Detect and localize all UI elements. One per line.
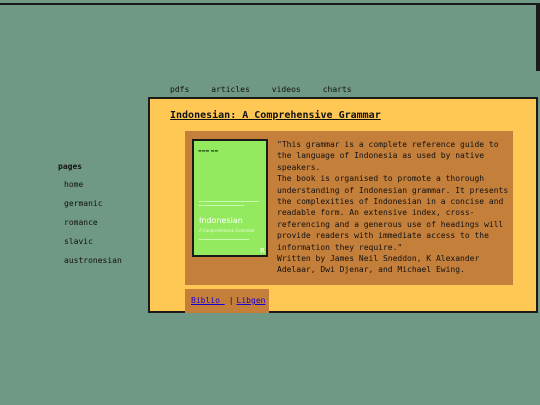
book-description-block: "This grammar is a complete reference gu… [191, 139, 509, 276]
tab-pdfs[interactable]: pdfs [170, 85, 189, 94]
sidebar-item-home[interactable]: home [64, 180, 122, 199]
link-separator: | [228, 296, 234, 305]
top-nav: pdfs articles videos charts [170, 85, 374, 94]
biblio-link[interactable]: Biblio [191, 296, 225, 305]
sidebar-item-slavic[interactable]: slavic [64, 237, 122, 256]
sidebar: pages home germanic romance slavic austr… [58, 162, 122, 275]
cover-float-spacer [191, 139, 277, 265]
sidebar-heading: pages [58, 162, 83, 171]
book-title-link[interactable]: Indonesian: A Comprehensive Grammar [170, 110, 381, 121]
tab-articles[interactable]: articles [211, 85, 250, 94]
sidebar-item-germanic[interactable]: germanic [64, 199, 122, 218]
sidebar-item-austronesian[interactable]: austronesian [64, 256, 122, 275]
book-panel: Indonesian: A Comprehensive Grammar ▬▬▬ … [148, 97, 538, 313]
tab-videos[interactable]: videos [272, 85, 301, 94]
sidebar-item-romance[interactable]: romance [64, 218, 122, 237]
tab-charts[interactable]: charts [323, 85, 352, 94]
right-border-bar [536, 3, 540, 71]
book-card: ▬▬▬ ▬▬ Indonesian A Comprehensive Gramma… [185, 131, 513, 285]
top-border-line [0, 3, 540, 5]
book-description: "This grammar is a complete reference gu… [277, 140, 509, 275]
libgen-link[interactable]: Libgen [237, 296, 266, 305]
download-links: Biblio | Libgen [185, 289, 269, 313]
